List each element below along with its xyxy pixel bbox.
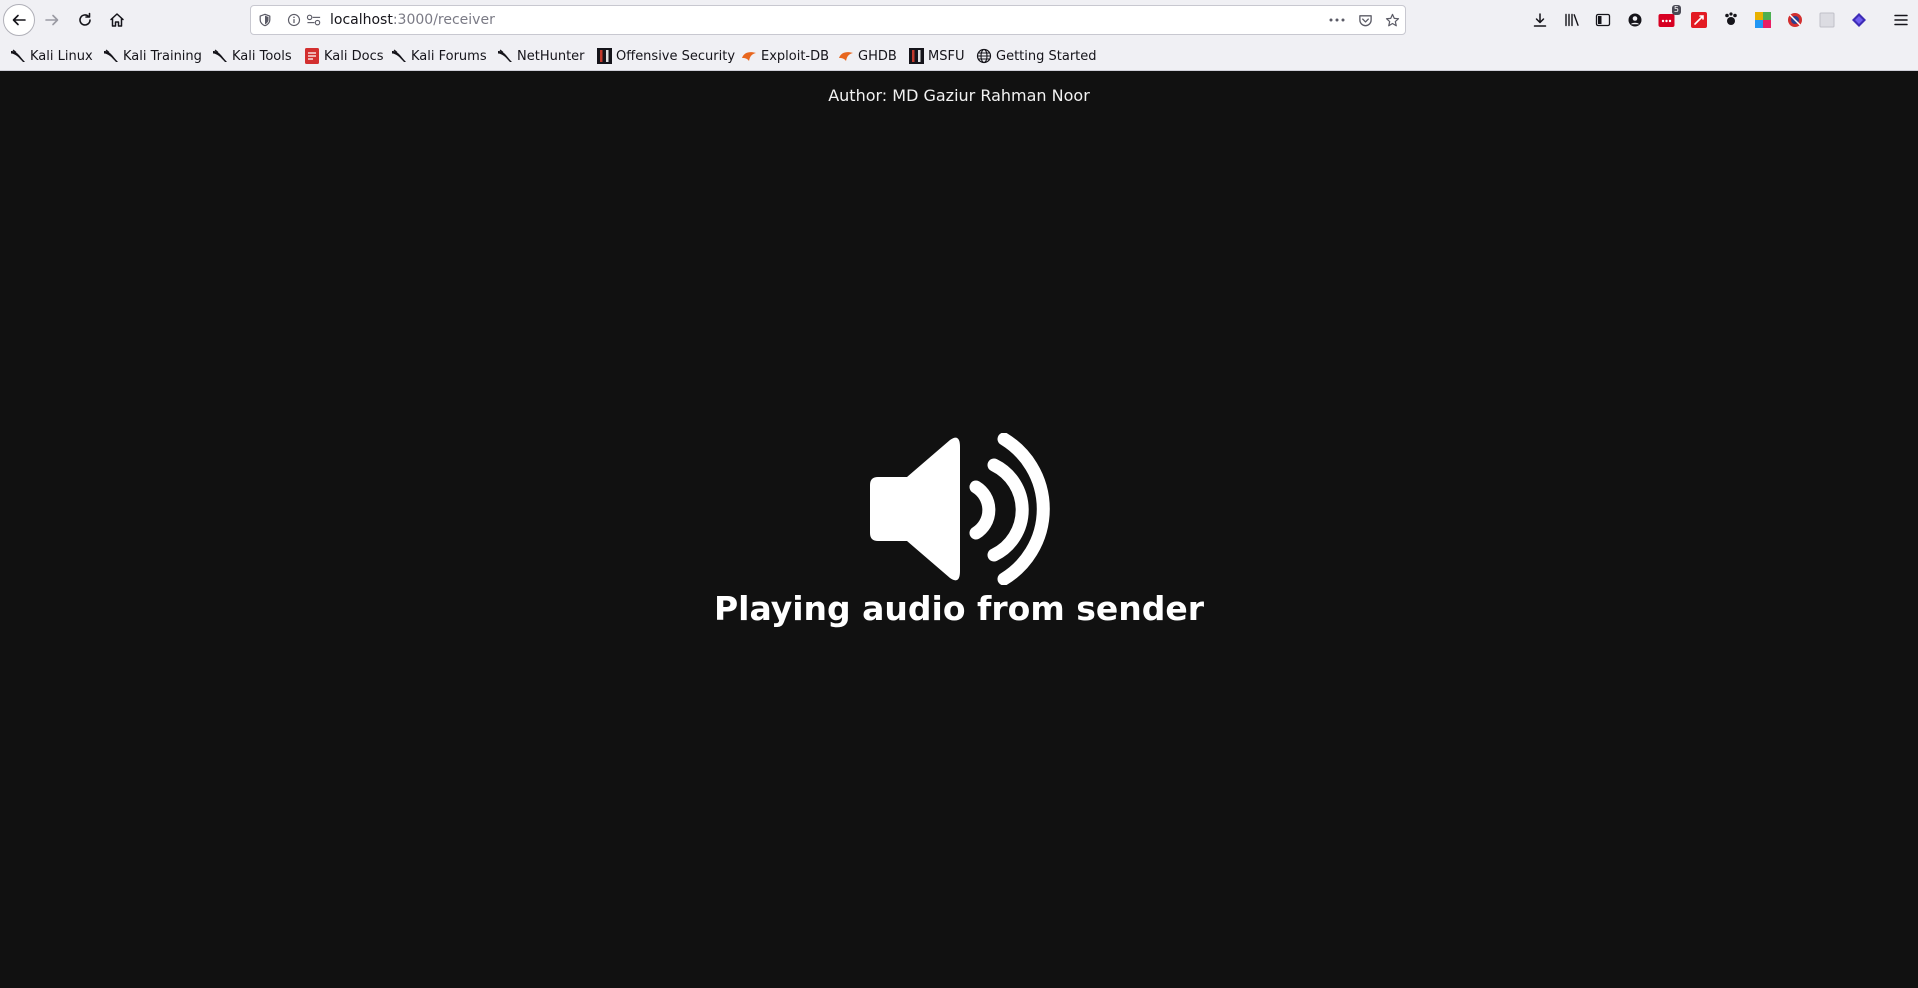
- extension-icon[interactable]: 5: [1656, 5, 1681, 30]
- extension-icon[interactable]: [1849, 10, 1869, 30]
- browser-window: localhost:3000/receiver 5 Kali Linux Kal…: [0, 0, 1918, 988]
- extension-icon[interactable]: [1785, 10, 1805, 30]
- bookmark-label: GHDB: [858, 48, 897, 64]
- bookmark-label: Kali Tools: [232, 48, 292, 64]
- tracking-protection-shield-icon[interactable]: [257, 12, 273, 28]
- extension-icon[interactable]: [1817, 10, 1837, 30]
- extension-icon[interactable]: [1689, 10, 1709, 30]
- browser-chrome: localhost:3000/receiver 5 Kali Linux Kal…: [0, 0, 1918, 71]
- forward-button[interactable]: [36, 4, 68, 36]
- home-icon: [110, 13, 124, 27]
- back-arrow-icon: [12, 14, 26, 26]
- bookmark-label: Getting Started: [996, 48, 1097, 64]
- forward-arrow-icon: [45, 14, 59, 26]
- bookmark-label: NetHunter: [517, 48, 585, 64]
- navigation-toolbar: localhost:3000/receiver 5: [0, 0, 1918, 39]
- extension-badge: 5: [1671, 5, 1681, 15]
- offsec-icon: [908, 48, 924, 64]
- bookmark-label: Kali Training: [123, 48, 202, 64]
- author-credit: Author: MD Gaziur Rahman Noor: [828, 86, 1090, 105]
- bookmark-kali-tools[interactable]: Kali Tools: [212, 46, 292, 66]
- bookmark-ghdb[interactable]: GHDB: [838, 46, 897, 66]
- exploit-db-icon: [838, 48, 854, 64]
- speaker-volume-icon: [870, 433, 1050, 585]
- bookmark-msfu[interactable]: MSFU: [908, 46, 964, 66]
- page-content: Author: MD Gaziur Rahman Noor Playing au…: [0, 71, 1918, 988]
- pocket-icon[interactable]: [1357, 12, 1373, 28]
- back-button[interactable]: [3, 4, 35, 36]
- site-info-icon[interactable]: [286, 12, 302, 28]
- bookmark-kali-forums[interactable]: Kali Forums: [391, 46, 487, 66]
- bookmark-star-icon[interactable]: [1384, 12, 1400, 28]
- bookmark-kali-training[interactable]: Kali Training: [103, 46, 202, 66]
- library-icon[interactable]: [1562, 10, 1582, 30]
- kali-dragon-icon: [103, 48, 119, 64]
- url-text[interactable]: localhost:3000/receiver: [330, 12, 495, 29]
- bookmark-label: Kali Linux: [30, 48, 93, 64]
- playback-status: Playing audio from sender: [713, 589, 1204, 628]
- bookmark-label: Kali Forums: [411, 48, 487, 64]
- url-path: :3000/receiver: [392, 12, 495, 28]
- kali-docs-icon: [304, 48, 320, 64]
- url-host: localhost: [330, 12, 393, 28]
- extension-icon[interactable]: [1753, 10, 1773, 30]
- extension-icon[interactable]: [1721, 10, 1741, 30]
- bookmark-offensive-security[interactable]: Offensive Security: [596, 46, 735, 66]
- menu-icon[interactable]: [1891, 10, 1911, 30]
- bookmark-nethunter[interactable]: NetHunter: [497, 46, 585, 66]
- bookmark-getting-started[interactable]: Getting Started: [976, 46, 1097, 66]
- bookmark-exploit-db[interactable]: Exploit-DB: [741, 46, 829, 66]
- kali-dragon-icon: [212, 48, 228, 64]
- offsec-icon: [596, 48, 612, 64]
- account-icon[interactable]: [1625, 10, 1645, 30]
- page-actions-more-icon[interactable]: [1329, 12, 1345, 28]
- bookmark-label: Offensive Security: [616, 48, 736, 64]
- exploit-db-icon: [741, 48, 757, 64]
- sidebar-icon[interactable]: [1593, 10, 1613, 30]
- permissions-icon[interactable]: [306, 12, 322, 28]
- bookmark-label: Exploit-DB: [761, 48, 830, 64]
- address-bar[interactable]: localhost:3000/receiver: [250, 5, 1406, 35]
- reload-button[interactable]: [69, 4, 101, 36]
- download-icon[interactable]: [1530, 10, 1550, 30]
- kali-dragon-icon: [497, 48, 513, 64]
- bookmark-label: MSFU: [928, 48, 965, 64]
- kali-dragon-icon: [10, 48, 26, 64]
- reload-icon: [79, 12, 91, 26]
- kali-dragon-icon: [391, 48, 407, 64]
- home-button[interactable]: [101, 4, 133, 36]
- bookmarks-toolbar: Kali Linux Kali Training Kali Tools Kali…: [0, 44, 1918, 68]
- bookmark-kali-docs[interactable]: Kali Docs: [304, 46, 384, 66]
- bookmark-label: Kali Docs: [324, 48, 384, 64]
- bookmark-kali-linux[interactable]: Kali Linux: [10, 46, 93, 66]
- globe-icon: [976, 48, 992, 64]
